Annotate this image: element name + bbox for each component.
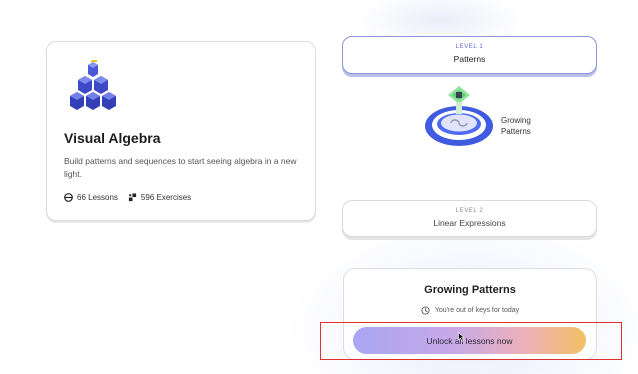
node-label: Growing Patterns xyxy=(501,115,531,137)
stacked-cubes-icon xyxy=(70,60,116,110)
level-2-name: Linear Expressions xyxy=(433,218,506,228)
level-1-card[interactable]: LEVEL 1 Patterns xyxy=(342,36,597,74)
lessons-label: 66 Lessons xyxy=(77,193,118,202)
node-label-line1: Growing xyxy=(501,116,531,125)
lesson-title: Growing Patterns xyxy=(424,284,516,296)
course-description: Build patterns and sequences to start se… xyxy=(64,156,297,179)
level-2-card[interactable]: LEVEL 2 Linear Expressions xyxy=(342,200,597,237)
node-label-line2: Patterns xyxy=(501,127,531,136)
level-1-label: LEVEL 1 xyxy=(455,44,484,50)
lesson-node-icon[interactable] xyxy=(421,80,497,152)
keys-status-text: You're out of keys for today xyxy=(434,307,520,314)
lessons-icon xyxy=(64,193,73,202)
unlock-lessons-button[interactable]: Unlock all lessons now xyxy=(353,327,586,354)
mouse-cursor-icon xyxy=(458,332,465,342)
exercises-icon xyxy=(128,193,137,202)
course-title: Visual Algebra xyxy=(64,130,161,146)
level-2-label: LEVEL 2 xyxy=(455,208,484,214)
level-1-name: Patterns xyxy=(453,54,486,64)
exercises-count: 596 Exercises xyxy=(128,193,191,202)
course-card: Visual Algebra Build patterns and sequen… xyxy=(46,41,316,221)
lessons-count: 66 Lessons xyxy=(64,193,118,202)
clock-icon xyxy=(421,306,430,315)
keys-status: You're out of keys for today xyxy=(344,306,596,315)
exercises-label: 596 Exercises xyxy=(140,193,192,202)
course-meta: 66 Lessons 596 Exercises xyxy=(64,193,191,202)
